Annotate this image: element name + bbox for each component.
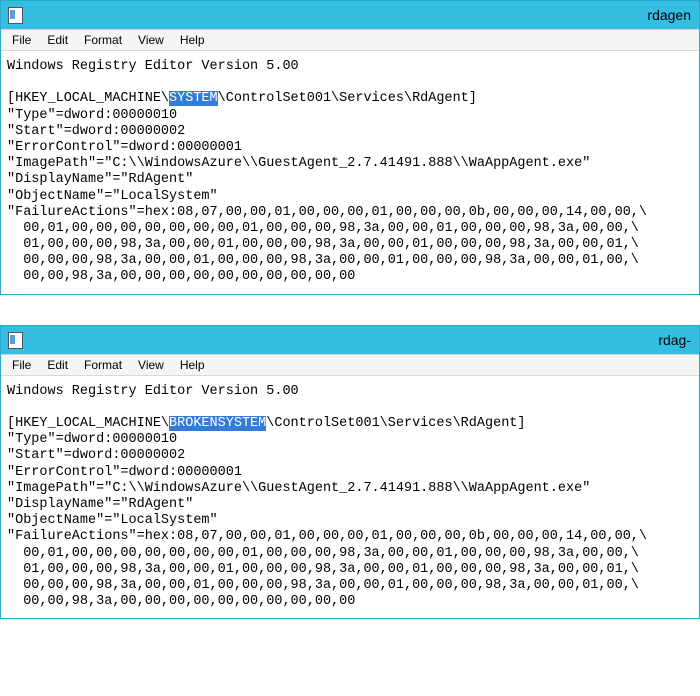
reg-line: "ErrorControl"=dword:00000001 xyxy=(7,140,242,155)
text-area[interactable]: Windows Registry Editor Version 5.00 [HK… xyxy=(1,376,699,619)
reg-line: "Type"=dword:00000010 xyxy=(7,432,177,447)
reg-line: 00,01,00,00,00,00,00,00,00,01,00,00,00,9… xyxy=(7,546,639,561)
reg-line: 00,01,00,00,00,00,00,00,00,01,00,00,00,9… xyxy=(7,221,639,236)
reg-key-suffix: \ControlSet001\Services\RdAgent] xyxy=(218,91,477,106)
menu-view[interactable]: View xyxy=(130,31,172,49)
reg-line: 00,00,98,3a,00,00,00,00,00,00,00,00,00,0… xyxy=(7,594,355,609)
reg-line: 00,00,00,98,3a,00,00,01,00,00,00,98,3a,0… xyxy=(7,253,639,268)
text-area[interactable]: Windows Registry Editor Version 5.00 [HK… xyxy=(1,51,699,294)
reg-line: 01,00,00,00,98,3a,00,00,01,00,00,00,98,3… xyxy=(7,562,639,577)
menu-help[interactable]: Help xyxy=(172,356,213,374)
reg-header: Windows Registry Editor Version 5.00 xyxy=(7,384,299,399)
menu-format[interactable]: Format xyxy=(76,31,130,49)
reg-line: "FailureActions"=hex:08,07,00,00,01,00,0… xyxy=(7,529,647,544)
titlebar[interactable]: rdagen xyxy=(1,1,699,29)
menu-file[interactable]: File xyxy=(4,356,39,374)
reg-line: "ObjectName"="LocalSystem" xyxy=(7,513,218,528)
reg-line: "DisplayName"="RdAgent" xyxy=(7,497,193,512)
reg-line: "DisplayName"="RdAgent" xyxy=(7,172,193,187)
menu-edit[interactable]: Edit xyxy=(39,356,76,374)
window-title: rdagen xyxy=(23,7,693,23)
reg-line: 00,00,00,98,3a,00,00,01,00,00,00,98,3a,0… xyxy=(7,578,639,593)
reg-line: "ErrorControl"=dword:00000001 xyxy=(7,465,242,480)
selected-text: BROKENSYSTEM xyxy=(169,416,266,431)
reg-line: "FailureActions"=hex:08,07,00,00,01,00,0… xyxy=(7,205,647,220)
notepad-icon xyxy=(7,7,23,23)
reg-key-prefix: [HKEY_LOCAL_MACHINE\ xyxy=(7,416,169,431)
menubar: File Edit Format View Help xyxy=(1,29,699,51)
notepad-window-2: rdag- File Edit Format View Help Windows… xyxy=(0,325,700,620)
menu-file[interactable]: File xyxy=(4,31,39,49)
reg-line: "Start"=dword:00000002 xyxy=(7,448,185,463)
menubar: File Edit Format View Help xyxy=(1,354,699,376)
reg-key-suffix: \ControlSet001\Services\RdAgent] xyxy=(266,416,525,431)
reg-key-prefix: [HKEY_LOCAL_MACHINE\ xyxy=(7,91,169,106)
titlebar[interactable]: rdag- xyxy=(1,326,699,354)
menu-format[interactable]: Format xyxy=(76,356,130,374)
window-title: rdag- xyxy=(23,332,693,348)
reg-line: 00,00,98,3a,00,00,00,00,00,00,00,00,00,0… xyxy=(7,269,355,284)
notepad-icon xyxy=(7,332,23,348)
notepad-window-1: rdagen File Edit Format View Help Window… xyxy=(0,0,700,295)
reg-line: "ImagePath"="C:\\WindowsAzure\\GuestAgen… xyxy=(7,481,590,496)
menu-edit[interactable]: Edit xyxy=(39,31,76,49)
reg-line: 01,00,00,00,98,3a,00,00,01,00,00,00,98,3… xyxy=(7,237,639,252)
reg-line: "Type"=dword:00000010 xyxy=(7,108,177,123)
reg-header: Windows Registry Editor Version 5.00 xyxy=(7,59,299,74)
selected-text: SYSTEM xyxy=(169,91,218,106)
reg-line: "ImagePath"="C:\\WindowsAzure\\GuestAgen… xyxy=(7,156,590,171)
menu-view[interactable]: View xyxy=(130,356,172,374)
menu-help[interactable]: Help xyxy=(172,31,213,49)
reg-line: "ObjectName"="LocalSystem" xyxy=(7,189,218,204)
reg-line: "Start"=dword:00000002 xyxy=(7,124,185,139)
